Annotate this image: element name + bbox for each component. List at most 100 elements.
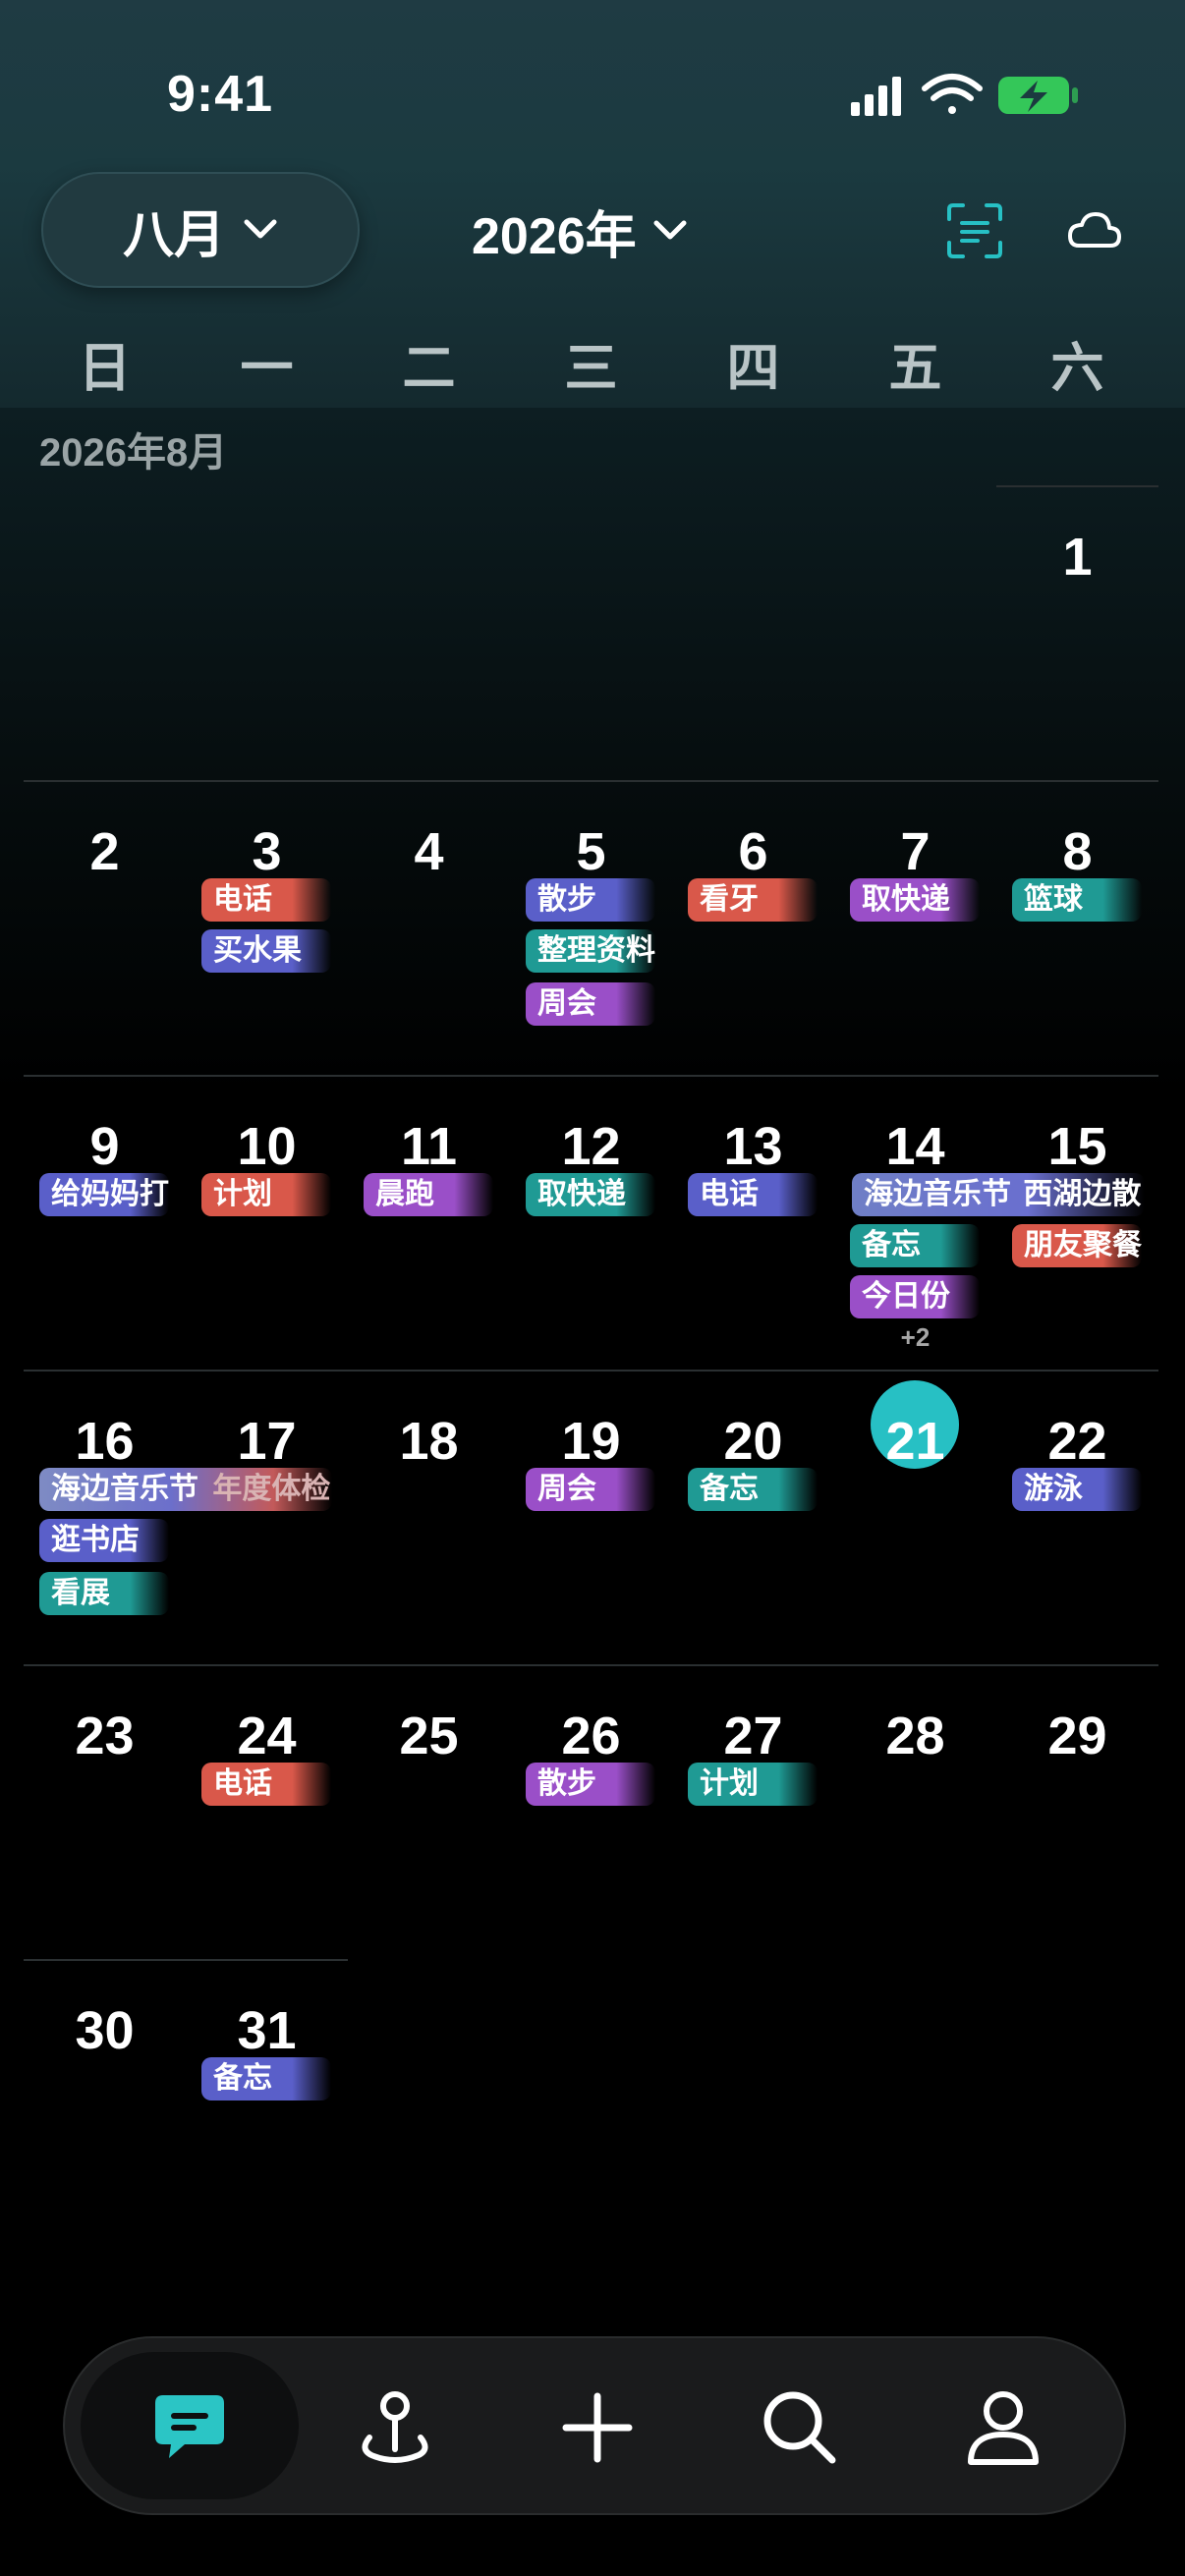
row-divider [510, 1075, 672, 1077]
row-divider [186, 1075, 348, 1077]
search-icon [763, 2391, 836, 2464]
day-cell[interactable]: 7 取快递 [834, 780, 996, 1075]
day-cell[interactable]: 13 电话 [672, 1075, 834, 1370]
day-cell[interactable]: 20 备忘 [672, 1370, 834, 1664]
day-cell[interactable]: 15 朋友聚餐 [996, 1075, 1158, 1370]
row-divider [348, 780, 510, 782]
event-chip[interactable]: 计划 [688, 1763, 818, 1806]
day-cell[interactable]: 4 [348, 780, 510, 1075]
tab-location[interactable] [297, 2338, 493, 2517]
event-chip[interactable]: 给妈妈打 [39, 1173, 169, 1216]
event-chip[interactable]: 晨跑 [364, 1173, 493, 1216]
day-number: 18 [399, 1412, 459, 1471]
day-number: 17 [237, 1412, 297, 1471]
status-icons [847, 69, 1083, 122]
event-chip[interactable]: 看牙 [688, 878, 818, 922]
event-chip[interactable]: 备忘 [201, 2057, 331, 2100]
row-divider [186, 780, 348, 782]
multi-day-event[interactable]: 海边音乐节 年度体检 [39, 1468, 332, 1511]
day-cell[interactable]: 17 [186, 1370, 348, 1664]
event-chip[interactable]: 周会 [526, 1468, 655, 1511]
event-chip[interactable]: 备忘 [850, 1224, 980, 1267]
plus-icon [562, 2392, 633, 2463]
event-chip[interactable]: 游泳 [1012, 1468, 1142, 1511]
day-number: 1 [1062, 528, 1093, 587]
event-chip[interactable]: 周会 [526, 982, 655, 1026]
event-chip[interactable]: 备忘 [688, 1468, 818, 1511]
day-cell[interactable]: 10 计划 [186, 1075, 348, 1370]
event-chip[interactable]: 取快递 [526, 1173, 655, 1216]
day-number: 23 [75, 1707, 135, 1765]
tab-add[interactable] [499, 2338, 696, 2517]
day-number: 19 [561, 1412, 621, 1471]
row-divider [672, 780, 834, 782]
month-selector[interactable]: 八月 [41, 172, 360, 288]
day-cell[interactable]: 14 备忘 今日份 +2 [834, 1075, 996, 1370]
day-cell[interactable]: 8 篮球 [996, 780, 1158, 1075]
day-cell[interactable]: 11 晨跑 [348, 1075, 510, 1370]
day-cell[interactable]: 25 [348, 1664, 510, 1959]
day-number: 21 [885, 1412, 945, 1471]
row-divider [24, 1664, 186, 1666]
day-cell[interactable]: 19 周会 [510, 1370, 672, 1664]
tab-bar [63, 2336, 1126, 2515]
event-chip[interactable]: 电话 [688, 1173, 818, 1216]
day-cell[interactable]: 9 给妈妈打 [24, 1075, 186, 1370]
multi-day-event[interactable]: 海边音乐节 西湖边散 [852, 1173, 1145, 1216]
day-cell[interactable]: 5 散步 整理资料 周会 [510, 780, 672, 1075]
day-number: 12 [561, 1117, 621, 1176]
event-chip[interactable]: 电话 [201, 1763, 331, 1806]
row-divider [348, 1370, 510, 1372]
day-cell[interactable]: 2 [24, 780, 186, 1075]
row-divider [186, 1664, 348, 1666]
tab-chat[interactable] [91, 2338, 288, 2517]
weekday-tue: 二 [402, 339, 456, 398]
day-cell[interactable]: 24 电话 [186, 1664, 348, 1959]
day-cell[interactable]: 26 散步 [510, 1664, 672, 1959]
row-divider [348, 1075, 510, 1077]
day-cell-today[interactable]: 21 [834, 1370, 996, 1664]
event-chip[interactable]: 散步 [526, 1763, 655, 1806]
day-number: 5 [576, 822, 606, 881]
day-cell[interactable]: 12 取快递 [510, 1075, 672, 1370]
day-cell[interactable]: 1 [996, 485, 1158, 780]
event-chip[interactable]: 买水果 [201, 929, 331, 973]
day-number: 22 [1047, 1412, 1107, 1471]
day-cell[interactable]: 23 [24, 1664, 186, 1959]
day-cell[interactable]: 30 [24, 1959, 186, 2254]
event-chip[interactable]: 散步 [526, 878, 655, 922]
event-chip[interactable]: 篮球 [1012, 878, 1142, 922]
day-number: 31 [237, 2001, 297, 2060]
event-chip[interactable]: 看展 [39, 1572, 169, 1615]
event-chip[interactable]: 今日份 [850, 1275, 980, 1318]
day-cell[interactable]: 27 计划 [672, 1664, 834, 1959]
day-cell[interactable]: 18 [348, 1370, 510, 1664]
year-selector[interactable]: 2026年 [472, 187, 688, 275]
chevron-down-icon [244, 219, 277, 239]
more-events-count[interactable]: +2 [834, 1322, 996, 1353]
day-cell[interactable]: 22 游泳 [996, 1370, 1158, 1664]
weekday-thu: 四 [726, 339, 780, 398]
tab-profile[interactable] [905, 2338, 1101, 2517]
cloud-icon[interactable] [1065, 208, 1122, 252]
event-chip[interactable]: 整理资料 [526, 929, 655, 973]
day-cell[interactable]: 31 备忘 [186, 1959, 348, 2254]
event-chip[interactable]: 电话 [201, 878, 331, 922]
day-cell[interactable]: 29 [996, 1664, 1158, 1959]
event-chip[interactable]: 逛书店 [39, 1519, 169, 1562]
day-cell[interactable]: 16 逛书店 看展 [24, 1370, 186, 1664]
day-cell[interactable]: 3 电话 买水果 [186, 780, 348, 1075]
day-number: 11 [400, 1117, 458, 1176]
tab-search[interactable] [702, 2338, 898, 2517]
row-divider [510, 1664, 672, 1666]
day-number: 24 [237, 1707, 297, 1765]
day-cell[interactable]: 6 看牙 [672, 780, 834, 1075]
scan-icon[interactable] [945, 201, 1004, 260]
event-title: 西湖边散 [1023, 1178, 1142, 1210]
event-chip[interactable]: 朋友聚餐 [1012, 1224, 1142, 1267]
event-chip[interactable]: 计划 [201, 1173, 331, 1216]
weekday-mon: 一 [240, 339, 294, 398]
day-cell[interactable]: 28 [834, 1664, 996, 1959]
event-chip[interactable]: 取快递 [850, 878, 980, 922]
status-time: 9:41 [167, 66, 274, 123]
